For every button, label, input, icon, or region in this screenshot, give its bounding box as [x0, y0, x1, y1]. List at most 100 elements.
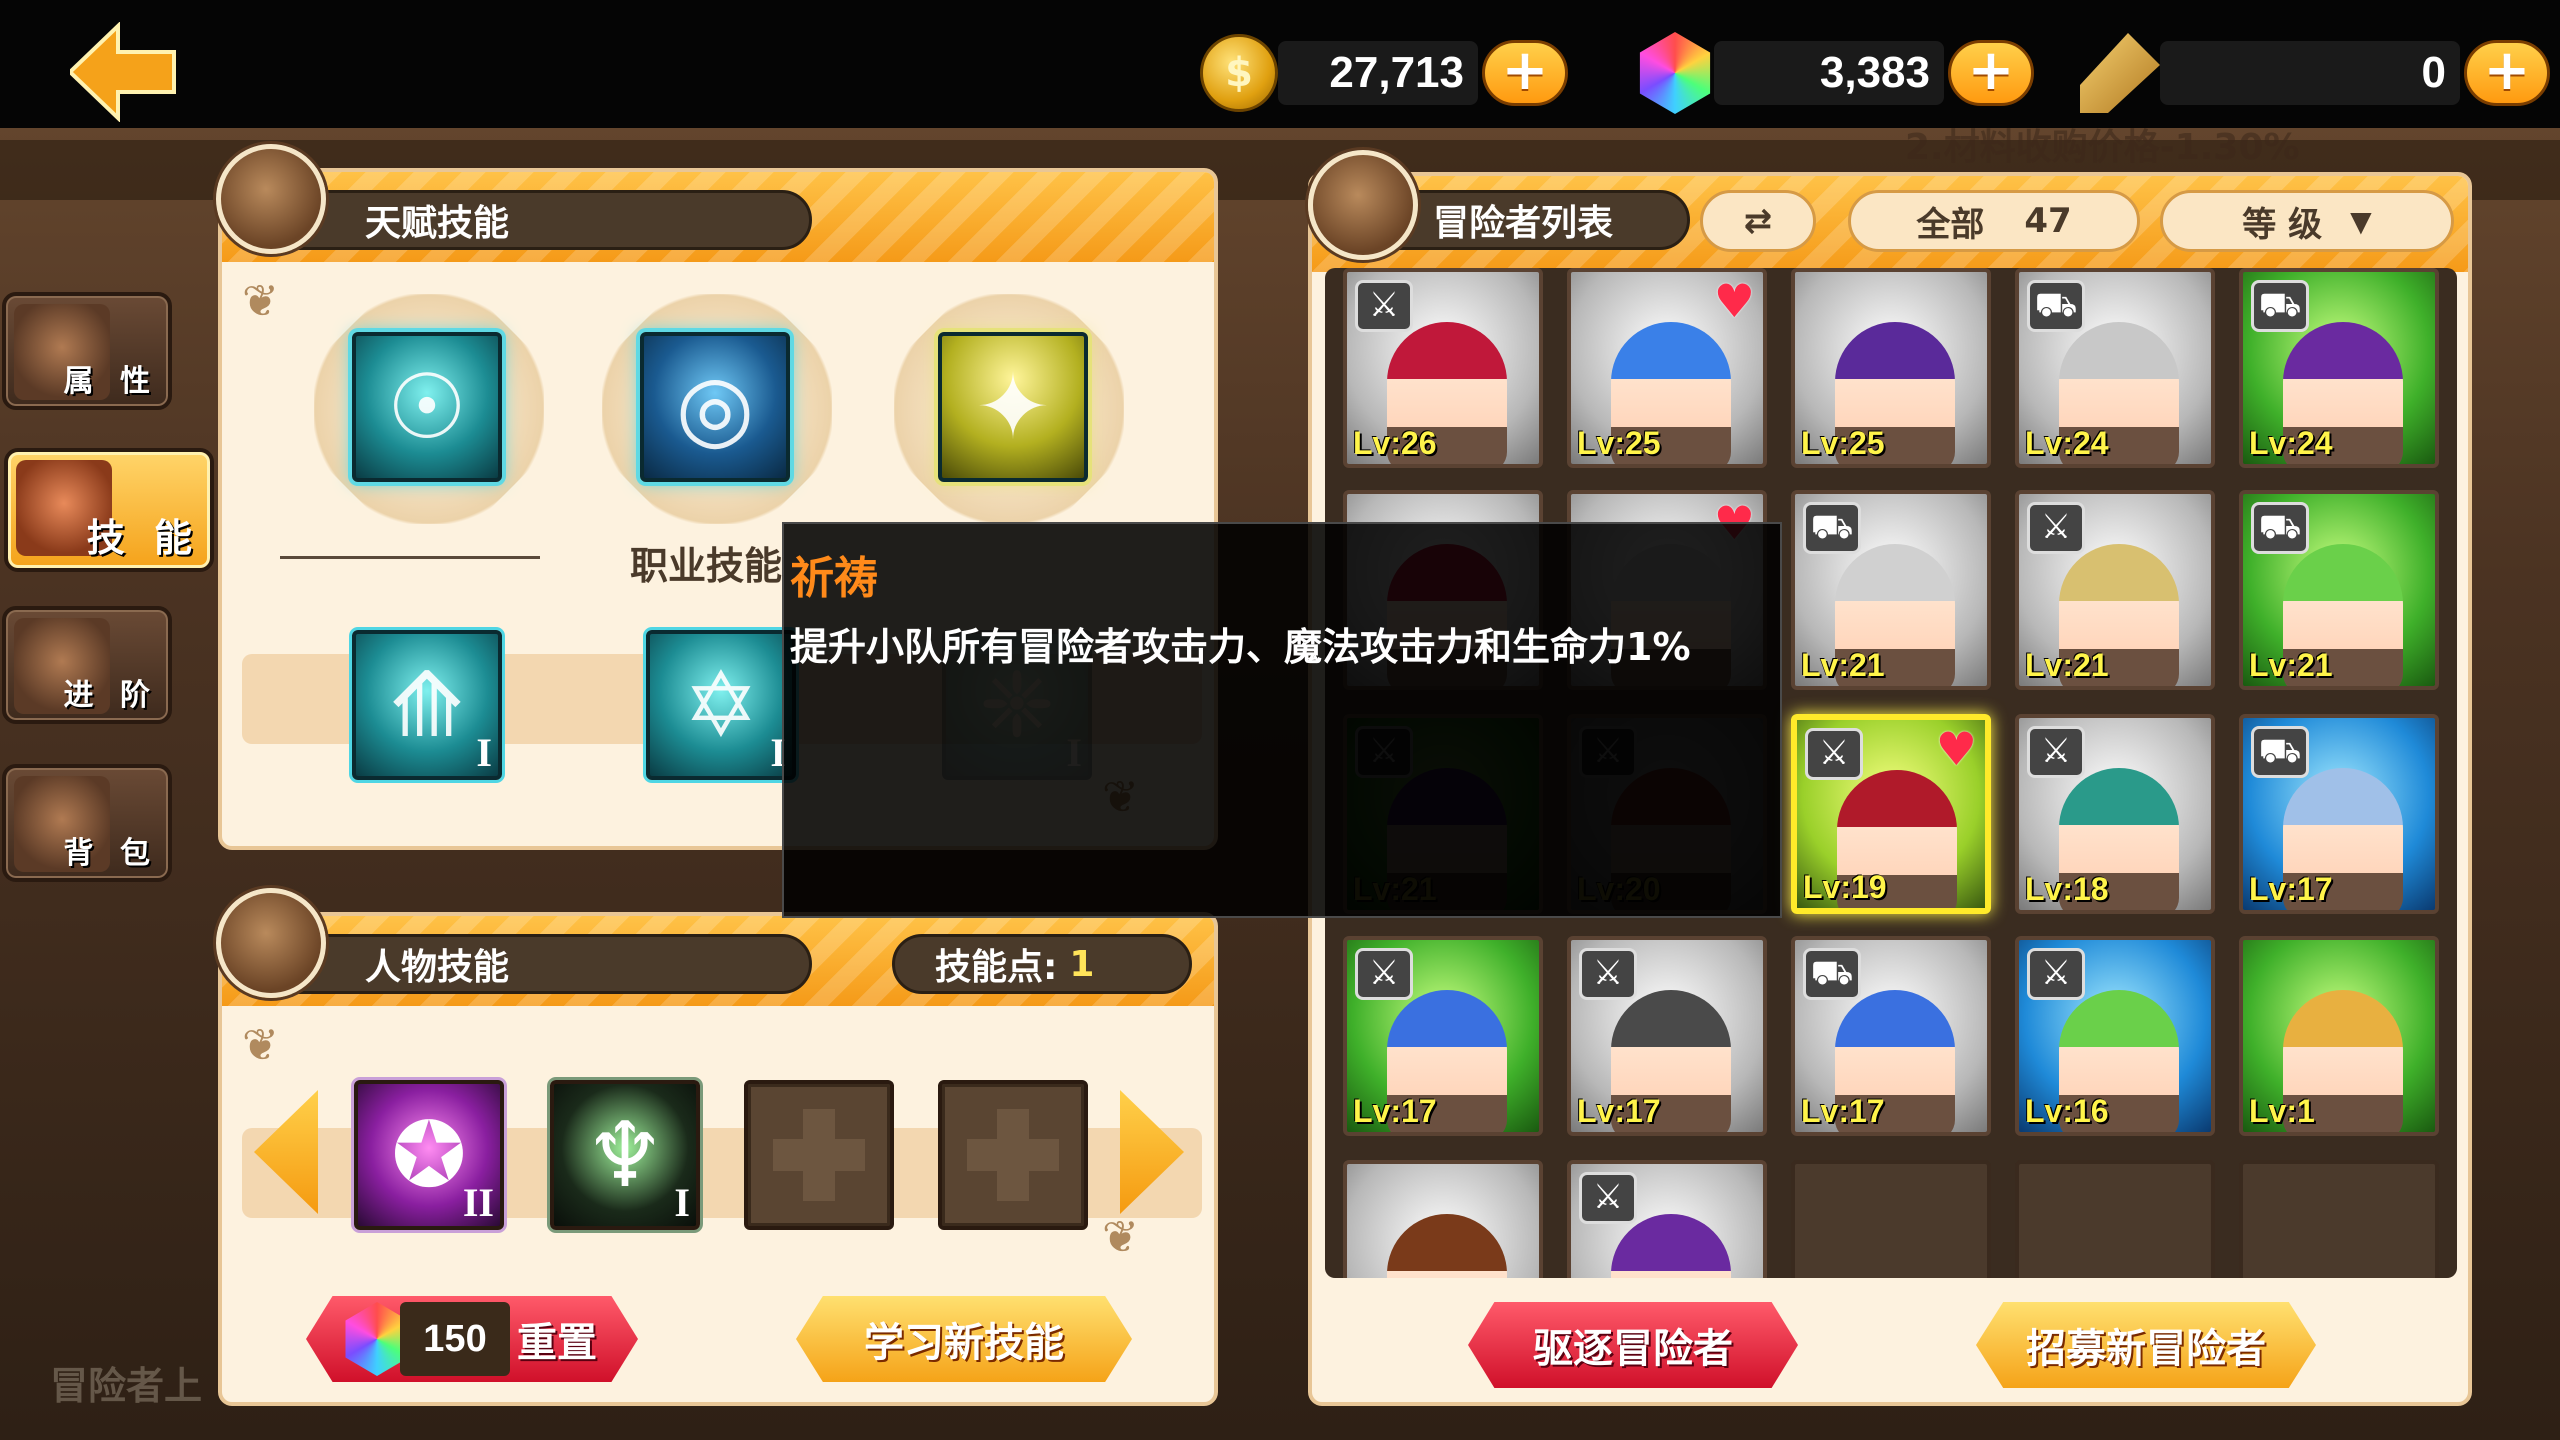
learn-new-skill-button[interactable]: 学习新技能 [796, 1296, 1132, 1382]
talent-skill-starlight[interactable]: ✦ [938, 332, 1088, 482]
adventurer-card[interactable]: ⛟ Lv:21 [1791, 490, 1991, 690]
add-skill-slot[interactable] [938, 1080, 1088, 1230]
buy-gems-button[interactable]: + [1948, 40, 2034, 106]
sword-status-icon: ⚔ [2027, 726, 2085, 778]
adventurer-card[interactable]: ⚔ Lv:21 [2015, 490, 2215, 690]
refresh-icon: ⇄ [1743, 201, 1773, 241]
gold-amount: 27,713 [1278, 41, 1478, 105]
ticket-counter: 0 + [2080, 30, 2550, 116]
talent-skill-hypnosis[interactable]: ◎ [640, 332, 790, 482]
adventurer-card[interactable]: ⚔ [1567, 1160, 1767, 1278]
adventurer-level: Lv:21 [1801, 647, 1885, 683]
tab-skills[interactable]: 技 能 [4, 448, 214, 572]
adventurer-card[interactable]: ⚔ Lv:26 [1343, 268, 1543, 468]
skill-points-value: 1 [1069, 943, 1095, 985]
adventurer-portrait [1387, 1214, 1507, 1278]
adventurer-level: Lv:18 [2025, 871, 2109, 907]
tooltip-title: 祈祷 [790, 553, 878, 604]
sort-label: 等 级 [2242, 204, 2323, 245]
starlight-icon: ✦ [975, 354, 1051, 460]
bed-status-icon: ⛟ [2251, 280, 2309, 332]
character-skill-1[interactable]: ✪ II [354, 1080, 504, 1230]
reset-label: 重置 [517, 1320, 597, 1366]
adventurer-card[interactable]: ⚔ Lv:17 [1343, 936, 1543, 1136]
tab-attributes[interactable]: 属 性 [2, 292, 172, 410]
filter-all-button[interactable]: 全部 47 [1848, 190, 2140, 252]
adventurer-level: Lv:16 [2025, 1093, 2109, 1129]
adventurer-level: Lv:21 [2249, 647, 2333, 683]
corner-swirl-icon: ❦ [1102, 1212, 1139, 1263]
add-skill-slot[interactable] [744, 1080, 894, 1230]
adventurer-card[interactable]: Lv:25 [1791, 268, 1991, 468]
adventurer-level: Lv:19 [1803, 869, 1887, 905]
corner-swirl-icon: ❦ [242, 276, 279, 327]
ticket-amount: 0 [2160, 41, 2460, 105]
character-panel-title: 人物技能 [262, 934, 812, 994]
quill-ticket-icon [2080, 33, 2160, 113]
empty-adventurer-slot [2015, 1160, 2215, 1278]
sword-status-icon: ⚔ [1355, 948, 1413, 1000]
corner-swirl-icon: ❦ [242, 1020, 279, 1071]
recruit-adventurer-button[interactable]: 招募新冒险者 [1976, 1302, 2316, 1388]
adventurer-card[interactable]: ⚔ Lv:18 [2015, 714, 2215, 914]
dismiss-adventurer-button[interactable]: 驱逐冒险者 [1468, 1302, 1798, 1388]
tab-advance[interactable]: 进 阶 [2, 606, 172, 724]
open-book-icon [216, 888, 326, 998]
adventurer-card[interactable]: ⛟ Lv:24 [2015, 268, 2215, 468]
job-skill-1[interactable]: ⟰ I [352, 630, 502, 780]
tab-skills-label: 技 能 [86, 516, 200, 560]
adventurer-card[interactable]: ⛟ Lv:17 [1791, 936, 1991, 1136]
reset-cost: 150 [400, 1302, 510, 1376]
adventurer-level: Lv:25 [1801, 425, 1885, 461]
gem-amount: 3,383 [1714, 41, 1944, 105]
buy-tickets-button[interactable]: + [2464, 40, 2550, 106]
talent-panel-title: 天赋技能 [262, 190, 812, 250]
sort-dropdown[interactable]: 等 级 ▼ [2160, 190, 2454, 252]
job-skill-divider [280, 556, 540, 559]
brain-icon: ☉ [386, 354, 468, 460]
helmet-emblem-icon [1308, 150, 1418, 260]
empty-adventurer-slot [2239, 1160, 2439, 1278]
adventurer-card[interactable]: ♥ Lv:25 [1567, 268, 1767, 468]
adventurer-card[interactable]: ⛟ Lv:17 [2239, 714, 2439, 914]
back-button[interactable] [67, 21, 180, 123]
adventurer-level: Lv:17 [1801, 1093, 1885, 1129]
bed-status-icon: ⛟ [1803, 502, 1861, 554]
job-skill-2[interactable]: ✡ I [646, 630, 796, 780]
tab-advance-label: 进 阶 [63, 678, 158, 713]
adventurer-card[interactable]: ⚔ Lv:16 [2015, 936, 2215, 1136]
adventurer-level: Lv:17 [1577, 1093, 1661, 1129]
bed-status-icon: ⛟ [2251, 726, 2309, 778]
adventurer-card[interactable]: ⛟ Lv:21 [2239, 490, 2439, 690]
tab-backpack[interactable]: 背 包 [2, 764, 172, 882]
adventurer-level: Lv:24 [2249, 425, 2333, 461]
heart-icon: ♥ [1713, 274, 1755, 328]
adventurer-level: Lv:1 [2249, 1093, 2315, 1129]
buy-gold-button[interactable]: + [1482, 40, 1568, 106]
hypnosis-book-icon: ◎ [675, 354, 755, 460]
refresh-button[interactable]: ⇄ [1700, 190, 1816, 252]
heart-icon: ♥ [1935, 722, 1977, 776]
sword-status-icon: ⚔ [1579, 1172, 1637, 1224]
adventurer-level: Lv:17 [1353, 1093, 1437, 1129]
skill-points-label: 技能点: [935, 947, 1058, 988]
adventurer-card[interactable]: ⚔ ♥ Lv:19 [1791, 714, 1991, 914]
gem-counter: 3,383 + [1636, 30, 2034, 116]
character-skill-1-level: II [462, 1180, 494, 1225]
character-skill-2[interactable]: ♆ I [550, 1080, 700, 1230]
adventurer-card[interactable] [1343, 1160, 1543, 1278]
adventurer-level: Lv:17 [2249, 871, 2333, 907]
adventurer-level: Lv:24 [2025, 425, 2109, 461]
character-skill-2-level: I [674, 1180, 690, 1225]
tooltip-description: 提升小队所有冒险者攻击力、魔法攻击力和生命力1% [790, 625, 1691, 669]
background-label: 冒险者上 [50, 1364, 203, 1408]
adventurer-card[interactable]: ⛟ Lv:24 [2239, 268, 2439, 468]
adventurer-level: Lv:25 [1577, 425, 1661, 461]
talent-skill-brain[interactable]: ☉ [352, 332, 502, 482]
skill-tooltip: 祈祷 提升小队所有冒险者攻击力、魔法攻击力和生命力1% [782, 522, 1782, 918]
tab-attributes-label: 属 性 [63, 364, 158, 399]
adventurer-card[interactable]: Lv:1 [2239, 936, 2439, 1136]
adventurer-level: Lv:26 [1353, 425, 1437, 461]
bed-status-icon: ⛟ [2251, 502, 2309, 554]
adventurer-card[interactable]: ⚔ Lv:17 [1567, 936, 1767, 1136]
